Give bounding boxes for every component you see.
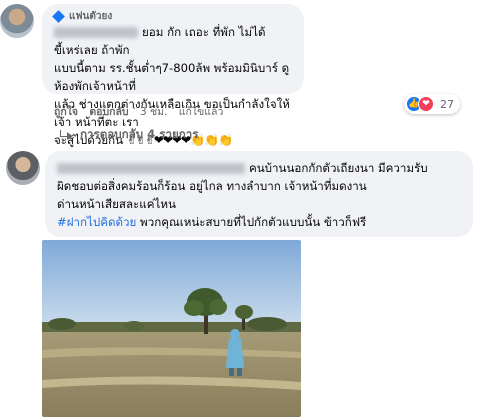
field-photo-image — [42, 240, 301, 417]
blurred-commenter-name[interactable] — [54, 27, 138, 38]
comment-photo[interactable] — [42, 240, 301, 417]
comment-text: คนบ้านนอกกักตัวเถียงนา มีความรับ ผิดชอบต… — [57, 161, 428, 229]
view-replies-link[interactable]: การตอบกลับ 4 รายการ — [60, 126, 199, 144]
hashtag-link[interactable]: #ฝากไปคิดด้วย — [57, 215, 136, 229]
commenter-avatar[interactable] — [6, 151, 40, 185]
comment-bubble: แฟนตัวยง ยอม กัก เถอะ ที่พัก ไม่ได้ ขี้เ… — [42, 4, 304, 147]
like-action[interactable]: ถูกใจ — [54, 103, 78, 120]
commenter-avatar[interactable] — [0, 4, 34, 38]
reaction-summary[interactable]: 👍 ❤ 27 — [404, 94, 460, 114]
blurred-commenter-name[interactable] — [57, 163, 245, 174]
reaction-count: 27 — [440, 97, 454, 111]
edited-label[interactable]: แก้ไขแล้ว — [179, 103, 224, 120]
love-icon: ❤ — [418, 96, 434, 112]
comment-bubble: คนบ้านนอกกักตัวเถียงนา มีความรับ ผิดชอบต… — [45, 151, 473, 237]
reply-action[interactable]: ตอบกลับ — [89, 103, 128, 120]
diamond-icon — [52, 9, 65, 23]
badge-label: แฟนตัวยง — [69, 10, 113, 22]
top-fan-badge: แฟนตัวยง — [52, 9, 292, 23]
replies-label: การตอบกลับ 4 รายการ — [80, 127, 199, 141]
comment-actions: ถูกใจ · ตอบกลับ · 3 ชม. · แก้ไขแล้ว — [54, 103, 224, 120]
reply-arrow-icon — [60, 130, 72, 140]
comment-timestamp[interactable]: 3 ชม. — [140, 103, 167, 120]
